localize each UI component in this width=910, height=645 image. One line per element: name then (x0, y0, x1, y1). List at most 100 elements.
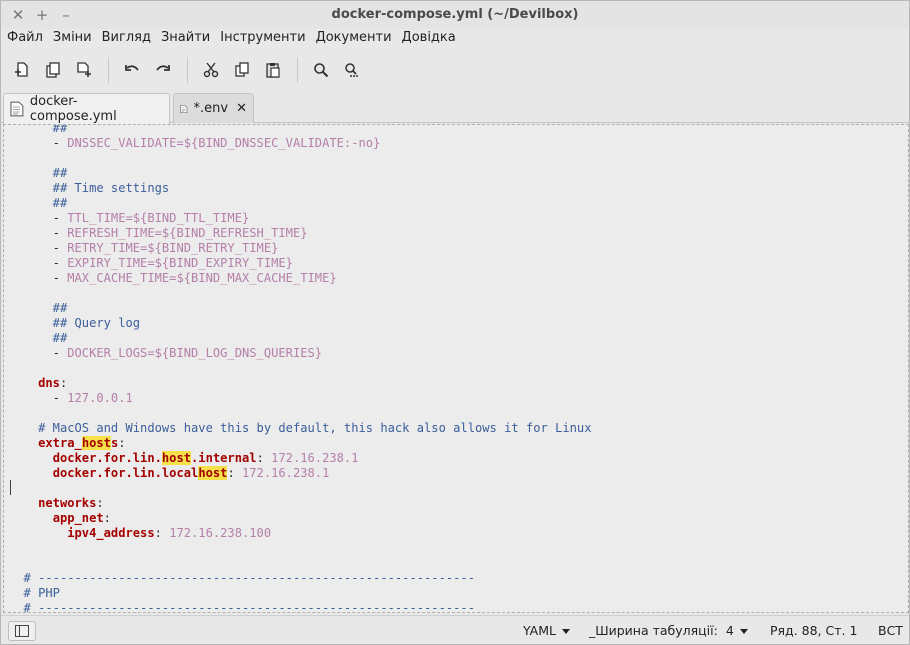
comment-token: ## (9, 124, 68, 135)
plain-token: : (256, 451, 272, 465)
chevron-down-icon (561, 629, 570, 634)
cursor-position: Ряд. 88, Ст. 1 (770, 623, 858, 638)
plain-token: : (154, 526, 170, 540)
search-replace-icon[interactable] (339, 57, 365, 83)
menu-tools[interactable]: Інструменти (220, 29, 305, 49)
code-line: ## (9, 124, 591, 136)
comment-token: ## (9, 196, 68, 210)
redo-icon[interactable] (150, 57, 176, 83)
code-line: # MacOS and Windows have this by default… (9, 421, 591, 436)
code-line: # --------------------------------------… (9, 601, 591, 613)
highlighted-match-token: host (198, 466, 228, 480)
menu-help[interactable]: Довідка (402, 29, 456, 49)
menu-view[interactable]: Вигляд (102, 29, 151, 49)
comment-token: # --------------------------------------… (9, 571, 475, 585)
comment-token: # PHP (9, 586, 60, 600)
menu-search[interactable]: Знайти (161, 29, 210, 49)
code-line: - REFRESH_TIME=${BIND_REFRESH_TIME} (9, 226, 591, 241)
code-line: - 127.0.0.1 (9, 391, 591, 406)
value-token: RETRY_TIME=${BIND_RETRY_TIME} (67, 241, 279, 255)
tab-width-label: _Ширина табуляції: (589, 623, 718, 638)
chevron-down-icon (739, 629, 748, 634)
menu-bar: Файл Зміни Вигляд Знайти Інструменти Док… (1, 29, 909, 49)
code-line: - DOCKER_LOGS=${BIND_LOG_DNS_QUERIES} (9, 346, 591, 361)
language-label: YAML (523, 623, 556, 638)
menu-file[interactable]: Файл (7, 29, 43, 49)
value-token: 172.16.238.1 (271, 451, 359, 465)
tab-docker-compose[interactable]: docker-compose.yml (3, 93, 170, 124)
key-token: dns (38, 376, 60, 390)
code-line: - RETRY_TIME=${BIND_RETRY_TIME} (9, 241, 591, 256)
undo-icon[interactable] (119, 57, 145, 83)
code-line: - DNSSEC_VALIDATE=${BIND_DNSSEC_VALIDATE… (9, 136, 591, 151)
close-tab-icon[interactable]: ✕ (236, 101, 247, 116)
plain-token: - (9, 226, 68, 240)
title-bar: ✕ + – docker-compose.yml (~/Devilbox) (1, 1, 909, 29)
toolbar-separator (187, 57, 188, 83)
value-token: 172.16.238.100 (169, 526, 272, 540)
comment-token: ## Time settings (9, 181, 170, 195)
code-line: dns: (9, 376, 591, 391)
paste-icon[interactable] (260, 57, 286, 83)
code-line: # --------------------------------------… (9, 571, 591, 586)
code-line: ## Query log (9, 316, 591, 331)
insert-mode-indicator: ВСТ (878, 623, 903, 638)
key-token: .internal (191, 451, 257, 465)
text-document-icon (180, 104, 188, 113)
text-cursor (10, 480, 11, 495)
open-document-icon[interactable] (40, 57, 66, 83)
cut-icon[interactable] (198, 57, 224, 83)
copy-icon[interactable] (229, 57, 255, 83)
toolbar (1, 51, 909, 89)
plain-token: : (59, 376, 68, 390)
key-token: ipv4_address (67, 526, 155, 540)
comment-token: # --------------------------------------… (9, 601, 475, 613)
language-selector[interactable]: YAML (523, 623, 570, 638)
value-token: MAX_CACHE_TIME=${BIND_MAX_CACHE_TIME} (67, 271, 337, 285)
plain-token: - (9, 391, 68, 405)
code-line: - MAX_CACHE_TIME=${BIND_MAX_CACHE_TIME} (9, 271, 591, 286)
search-icon[interactable] (308, 57, 334, 83)
toolbar-separator (297, 57, 298, 83)
comment-token: ## Query log (9, 316, 141, 330)
new-document-icon[interactable] (9, 57, 35, 83)
highlighted-match-token: host (161, 451, 192, 465)
plain-token: - (9, 256, 68, 270)
toolbar-separator (108, 57, 109, 83)
code-line: # PHP (9, 586, 591, 601)
plain-token: - (9, 241, 68, 255)
key-token: docker.for.lin.local (52, 466, 199, 480)
document-tab-bar: docker-compose.yml *.env ✕ (1, 91, 909, 124)
plain-token: - (9, 271, 68, 285)
code-line: app_net: (9, 511, 591, 526)
value-token: REFRESH_TIME=${BIND_REFRESH_TIME} (67, 226, 308, 240)
side-panel-toggle-button[interactable] (8, 621, 36, 641)
menu-edit[interactable]: Зміни (53, 29, 92, 49)
code-line: ## (9, 331, 591, 346)
code-text: ## - DNSSEC_VALIDATE=${BIND_DNSSEC_VALID… (9, 124, 592, 613)
plain-token: : (96, 496, 104, 510)
menu-documents[interactable]: Документи (316, 29, 392, 49)
tab-label: docker-compose.yml (29, 94, 117, 124)
key-token: app_net (52, 511, 104, 525)
value-token: DNSSEC_VALIDATE=${BIND_DNSSEC_VALIDATE:-… (67, 136, 381, 150)
text-document-icon (10, 101, 24, 117)
code-line: ## (9, 166, 591, 181)
code-line: ## (9, 301, 591, 316)
tab-width-selector[interactable]: _Ширина табуляції: 4 (589, 623, 748, 638)
code-editor[interactable]: ## - DNSSEC_VALIDATE=${BIND_DNSSEC_VALID… (3, 124, 909, 613)
plain-token: : (118, 436, 126, 450)
value-token: EXPIRY_TIME=${BIND_EXPIRY_TIME} (67, 256, 293, 270)
tab-env[interactable]: *.env ✕ (173, 93, 254, 123)
save-document-icon[interactable] (71, 57, 97, 83)
comment-token: ## (9, 331, 68, 345)
